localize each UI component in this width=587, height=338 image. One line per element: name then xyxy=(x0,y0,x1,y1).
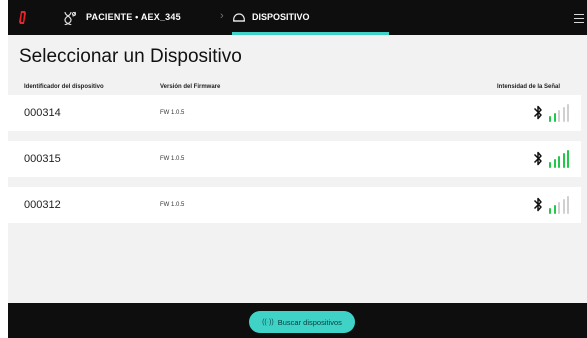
page-title: Seleccionar un Dispositivo xyxy=(19,46,242,67)
device-firmware: FW 1.0.5 xyxy=(160,202,185,208)
device-row[interactable]: 000312 FW 1.0.5 xyxy=(8,187,581,223)
signal-bar xyxy=(549,208,552,214)
signal-bar xyxy=(562,199,565,214)
signal-bar xyxy=(553,159,556,168)
dna-icon xyxy=(64,11,77,26)
active-tab-indicator xyxy=(232,32,389,35)
column-header-id: Identificador del dispositivo xyxy=(24,84,104,90)
signal-bar xyxy=(553,113,556,122)
signal-bar xyxy=(567,104,570,122)
bottom-bar: ((·)) Buscar dispositivos xyxy=(8,303,587,338)
signal-bar xyxy=(567,150,570,168)
patient-label[interactable]: PACIENTE • AEX_345 xyxy=(86,12,181,22)
scan-devices-label: Buscar dispositivos xyxy=(277,317,342,327)
breadcrumb-chevron-icon: › xyxy=(220,10,224,22)
signal-bar xyxy=(567,196,570,214)
signal-bar xyxy=(549,116,552,122)
scan-devices-button[interactable]: ((·)) Buscar dispositivos xyxy=(249,311,355,333)
signal-strength-indicator xyxy=(549,196,577,214)
device-firmware: FW 1.0.5 xyxy=(160,110,185,116)
bluetooth-icon xyxy=(533,151,542,166)
signal-strength-indicator xyxy=(549,104,577,122)
column-header-firmware: Versión del Firmware xyxy=(160,84,221,90)
signal-bar xyxy=(558,110,561,122)
brand-logo-icon xyxy=(19,11,26,24)
bluetooth-icon xyxy=(533,197,542,212)
signal-bar xyxy=(558,202,561,214)
top-bar: PACIENTE • AEX_345 › DISPOSITIVO xyxy=(8,0,587,35)
device-firmware: FW 1.0.5 xyxy=(160,156,185,162)
device-id: 000314 xyxy=(24,107,61,119)
device-id: 000315 xyxy=(24,153,61,165)
signal-bar xyxy=(562,107,565,122)
column-header-signal: Intensidad de la Señal xyxy=(497,84,561,90)
tab-device[interactable]: DISPOSITIVO xyxy=(252,12,310,22)
signal-bar xyxy=(549,162,552,168)
device-row[interactable]: 000315 FW 1.0.5 xyxy=(8,141,581,177)
device-icon xyxy=(233,13,245,22)
signal-bar xyxy=(553,205,556,214)
hamburger-menu-icon[interactable] xyxy=(574,14,584,23)
signal-bar xyxy=(558,156,561,168)
device-row[interactable]: 000314 FW 1.0.5 xyxy=(8,95,581,131)
signal-strength-indicator xyxy=(549,150,577,168)
scan-wave-icon: ((·)) xyxy=(262,318,274,326)
device-id: 000312 xyxy=(24,199,61,211)
bluetooth-icon xyxy=(533,105,542,120)
signal-bar xyxy=(562,153,565,168)
